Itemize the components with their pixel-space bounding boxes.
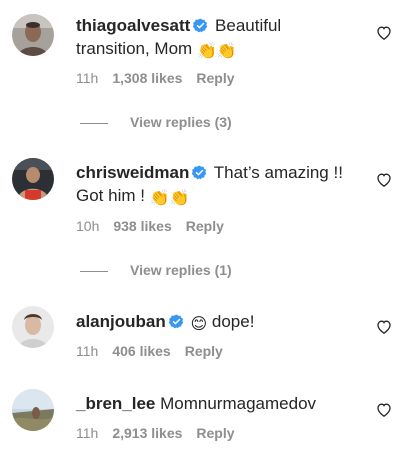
view-replies-label: View replies (1): [130, 262, 232, 278]
clapping-hands-emoji: 👏👏: [149, 190, 190, 207]
timestamp: 11h: [76, 70, 99, 86]
likes-count[interactable]: 2,913 likes: [112, 425, 182, 441]
like-heart-icon[interactable]: [376, 25, 392, 40]
username[interactable]: alanjouban: [76, 312, 166, 331]
reply-button[interactable]: Reply: [196, 70, 234, 86]
view-replies-button[interactable]: View replies (3): [80, 113, 232, 131]
comment-body: Momnurmagamedov: [160, 394, 317, 413]
like-heart-icon[interactable]: [376, 402, 392, 417]
likes-count[interactable]: 1,308 likes: [112, 70, 182, 86]
timestamp: 10h: [76, 218, 100, 234]
clapping-hands-emoji: 👏👏: [196, 43, 237, 60]
replies-divider: [80, 270, 108, 272]
comment-text: thiagoalvesatt Beautiful transition, Mom…: [76, 14, 358, 61]
verified-badge-icon: [168, 314, 183, 329]
verified-badge-icon: [192, 165, 207, 180]
likes-count[interactable]: 406 likes: [112, 343, 170, 359]
view-replies-button[interactable]: View replies (1): [80, 261, 232, 279]
avatar[interactable]: [12, 14, 54, 56]
comment-meta: 11h 1,308 likes Reply: [76, 69, 249, 87]
smiling-face-emoji: 😊: [190, 316, 208, 333]
view-replies-label: View replies (3): [130, 114, 232, 130]
username[interactable]: thiagoalvesatt: [76, 16, 190, 35]
like-heart-icon[interactable]: [376, 319, 392, 334]
avatar[interactable]: [12, 306, 54, 348]
username[interactable]: chrisweidman: [76, 163, 189, 182]
comment-meta: 11h 2,913 likes Reply: [76, 424, 249, 442]
avatar[interactable]: [12, 158, 54, 200]
replies-divider: [80, 122, 108, 124]
comment-text: alanjouban 😊 dope!: [76, 310, 358, 334]
reply-button[interactable]: Reply: [186, 218, 224, 234]
comment-text: _bren_lee Momnurmagamedov: [76, 392, 358, 415]
comment-text: chrisweidman That’s amazing !! Got him !…: [76, 161, 358, 208]
username[interactable]: _bren_lee: [76, 394, 155, 413]
verified-badge-icon: [193, 18, 208, 33]
comment-meta: 11h 406 likes Reply: [76, 342, 237, 360]
likes-count[interactable]: 938 likes: [113, 218, 171, 234]
like-heart-icon[interactable]: [376, 172, 392, 187]
comment-body: dope!: [211, 312, 255, 331]
timestamp: 11h: [76, 425, 99, 441]
comment-meta: 10h 938 likes Reply: [76, 217, 238, 235]
reply-button[interactable]: Reply: [185, 343, 223, 359]
reply-button[interactable]: Reply: [196, 425, 234, 441]
timestamp: 11h: [76, 343, 99, 359]
avatar[interactable]: [12, 389, 54, 431]
